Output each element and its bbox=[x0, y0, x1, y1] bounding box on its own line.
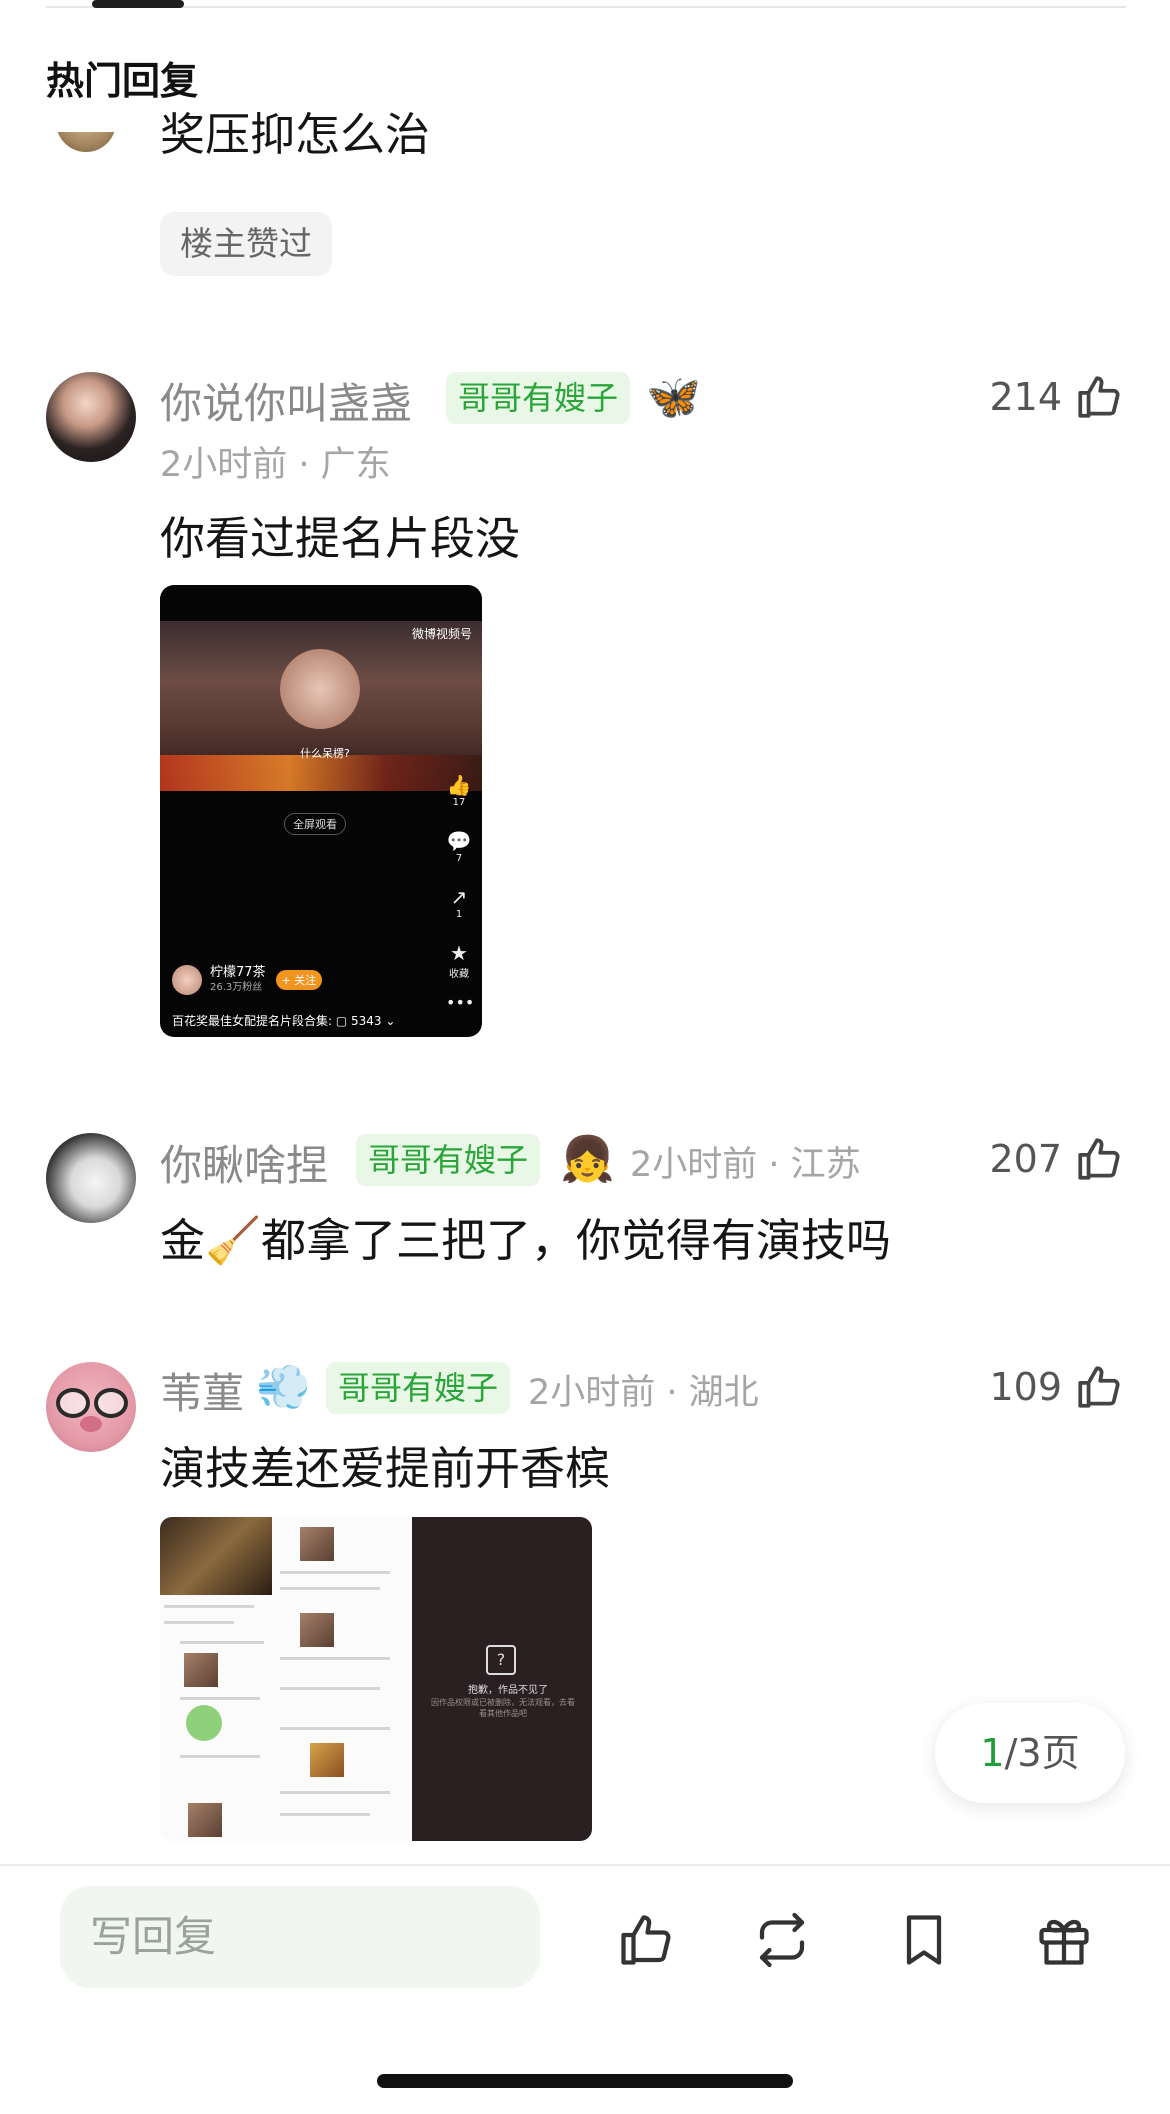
active-tab-indicator bbox=[92, 0, 184, 8]
collage-line bbox=[280, 1813, 370, 1816]
time-location: 2小时前 · 广东 bbox=[160, 445, 391, 485]
video-author: 柠檬77茶 26.3万粉丝 + 关注 bbox=[172, 965, 323, 995]
collage-line bbox=[280, 1727, 390, 1730]
collage-thumb bbox=[310, 1743, 344, 1777]
collage-line bbox=[280, 1571, 390, 1574]
glasses-right bbox=[94, 1388, 128, 1418]
collage-poster bbox=[160, 1517, 272, 1595]
comment-text: 你看过提名片段没 bbox=[160, 512, 521, 565]
video-author-fans: 26.3万粉丝 bbox=[210, 982, 263, 993]
avatar[interactable] bbox=[46, 1362, 136, 1452]
collage-line bbox=[164, 1621, 234, 1624]
thumbs-up-icon bbox=[1074, 372, 1124, 422]
thumbs-up-icon bbox=[1074, 1362, 1124, 1412]
error-description: 因作品权限或已被删除，无法观看，去看看其他作品吧 bbox=[431, 1698, 575, 1718]
share-icon: ↗ bbox=[450, 885, 468, 909]
username[interactable]: 你说你叫盏盏 bbox=[160, 370, 412, 431]
video-fav: ★ 收藏 bbox=[446, 941, 472, 980]
bottom-bar-divider bbox=[0, 1864, 1170, 1866]
comment-icon: 💬 bbox=[446, 829, 472, 853]
avatar[interactable] bbox=[46, 372, 136, 462]
page-indicator[interactable]: 1/3页 bbox=[935, 1703, 1125, 1803]
video-fav-label: 收藏 bbox=[449, 969, 469, 980]
video-comment: 💬 7 bbox=[446, 829, 472, 864]
collage-line bbox=[280, 1687, 380, 1690]
question-box-icon: ? bbox=[486, 1645, 516, 1675]
reply-placeholder: 写回复 bbox=[90, 1912, 217, 1961]
like-button[interactable]: 109 bbox=[989, 1362, 1124, 1412]
gift-icon[interactable] bbox=[1034, 1910, 1094, 1970]
op-liked-badge: 楼主赞过 bbox=[160, 212, 332, 276]
video-share: ↗ 1 bbox=[446, 885, 472, 920]
collage-thumb bbox=[184, 1653, 218, 1687]
reply-input[interactable]: 写回复 bbox=[60, 1886, 540, 1988]
video-screenshot-image[interactable]: 什么呆楞? 微博视频号 全屏观看 👍 17 💬 7 ↗ 1 ★ 收藏 ••• 柠檬77茶… bbox=[160, 585, 482, 1037]
collage-line bbox=[280, 1657, 390, 1660]
collage-line bbox=[280, 1587, 380, 1590]
star-icon: ★ bbox=[450, 941, 468, 965]
like-count: 214 bbox=[989, 375, 1062, 419]
current-page: 1 bbox=[980, 1731, 1005, 1775]
avatar[interactable] bbox=[46, 1133, 136, 1223]
username[interactable]: 你瞅啥捏 bbox=[160, 1132, 328, 1193]
video-share-count: 1 bbox=[455, 909, 463, 920]
avatar[interactable] bbox=[56, 132, 116, 152]
collage-thumb bbox=[300, 1527, 334, 1561]
collage-thumb bbox=[300, 1613, 334, 1647]
thumbs-up-icon[interactable] bbox=[616, 1910, 676, 1970]
like-button[interactable]: 214 bbox=[989, 372, 1124, 422]
home-indicator[interactable] bbox=[377, 2074, 793, 2088]
like-count: 207 bbox=[989, 1137, 1062, 1181]
video-comment-count: 7 bbox=[455, 853, 463, 864]
time-location: 2小时前 · 江苏 bbox=[630, 1145, 861, 1185]
video-like: 👍 17 bbox=[446, 773, 472, 808]
butterfly-badge-icon: 🦋 bbox=[646, 372, 701, 423]
collage-line bbox=[280, 1791, 390, 1794]
video-like-count: 17 bbox=[452, 797, 466, 808]
collage-error-panel: ? 抱歉，作品不见了 因作品权限或已被删除，无法观看，去看看其他作品吧 bbox=[412, 1517, 592, 1841]
follow-button: + 关注 bbox=[275, 970, 323, 990]
collage-line bbox=[180, 1641, 264, 1644]
wind-badge-icon: 💨 bbox=[256, 1362, 311, 1413]
thumbs-up-icon bbox=[1074, 1134, 1124, 1184]
collage-frog-sticker bbox=[186, 1705, 222, 1741]
section-title: 热门回复 bbox=[46, 59, 199, 103]
tab-underline-track bbox=[46, 6, 1126, 8]
avatar-nose bbox=[80, 1416, 102, 1432]
screenshot-collage-image[interactable]: ? 抱歉，作品不见了 因作品权限或已被删除，无法观看，去看看其他作品吧 bbox=[160, 1517, 592, 1841]
collage-line bbox=[164, 1605, 254, 1608]
time-location: 2小时前 · 湖北 bbox=[528, 1373, 759, 1413]
like-count: 109 bbox=[989, 1365, 1062, 1409]
collage-thumb bbox=[188, 1803, 222, 1837]
thumbs-up-icon: 👍 bbox=[446, 773, 472, 797]
username[interactable]: 苇菫 bbox=[160, 1360, 244, 1421]
collage-line bbox=[180, 1697, 260, 1700]
video-author-name: 柠檬77茶 bbox=[210, 965, 266, 980]
repost-icon[interactable] bbox=[752, 1910, 812, 1970]
video-frame-face bbox=[280, 649, 360, 729]
comment-text: 奖压抑怎么治 bbox=[160, 108, 431, 161]
total-pages: /3页 bbox=[1004, 1731, 1080, 1775]
fan-tag[interactable]: 哥哥有嫂子 bbox=[356, 1134, 541, 1186]
comment-text: 金🧹都拿了三把了，你觉得有演技吗 bbox=[160, 1214, 892, 1267]
bookmark-icon[interactable] bbox=[894, 1910, 954, 1970]
glasses-left bbox=[56, 1388, 90, 1418]
fan-tag[interactable]: 哥哥有嫂子 bbox=[326, 1362, 511, 1414]
collage-comment-list bbox=[160, 1517, 412, 1841]
weibo-video-logo: 微博视频号 bbox=[411, 627, 472, 641]
girl-badge-icon: 👧 bbox=[560, 1134, 615, 1185]
comment-text: 演技差还爱提前开香槟 bbox=[160, 1442, 611, 1495]
more-icon: ••• bbox=[446, 993, 475, 1012]
video-caption: 百花奖最佳女配提名片段合集: ▢ 5343 ⌄ bbox=[172, 1014, 396, 1028]
video-subtitle: 什么呆楞? bbox=[300, 747, 350, 760]
fan-tag[interactable]: 哥哥有嫂子 bbox=[446, 372, 631, 424]
error-title: 抱歉，作品不见了 bbox=[468, 1685, 548, 1696]
like-button[interactable]: 207 bbox=[989, 1134, 1124, 1184]
collage-line bbox=[180, 1755, 260, 1758]
video-author-avatar bbox=[172, 965, 202, 995]
fullscreen-button: 全屏观看 bbox=[284, 813, 346, 835]
